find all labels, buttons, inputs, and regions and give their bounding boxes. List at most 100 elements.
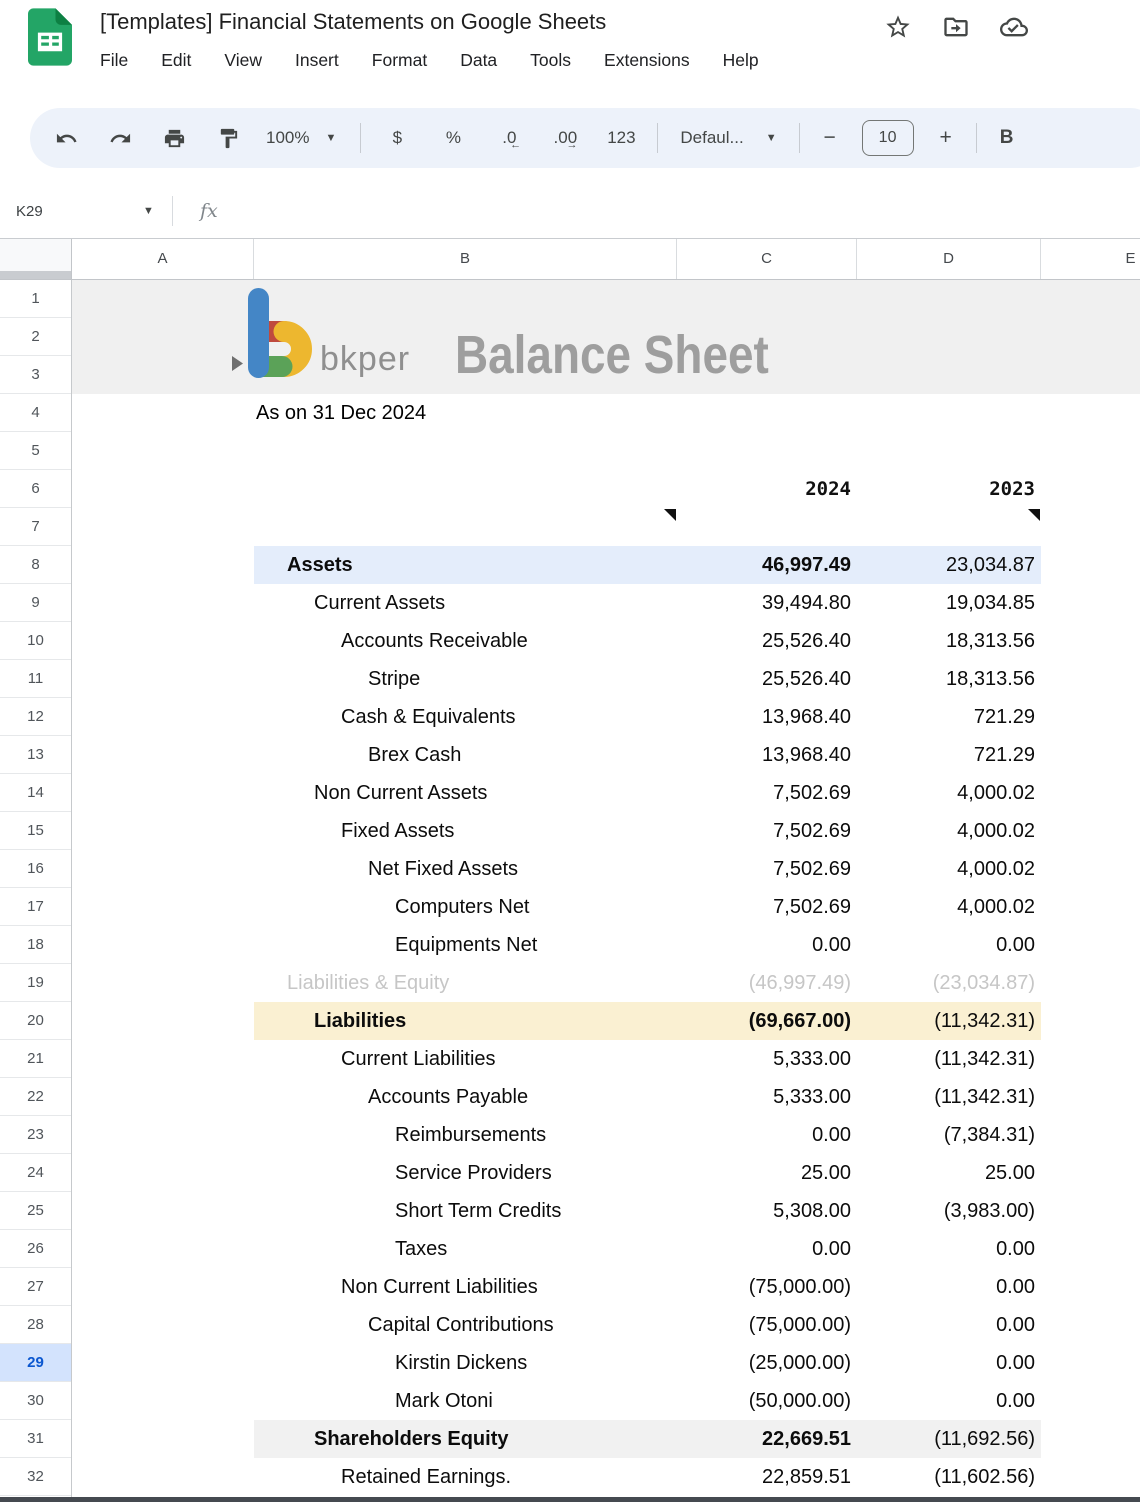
move-to-folder-icon[interactable] (942, 13, 972, 43)
year-header-2024[interactable]: 2024 (677, 470, 851, 508)
row-header-25[interactable]: 25 (0, 1192, 71, 1230)
undo-button[interactable] (44, 118, 88, 158)
sheet-row-25[interactable]: Short Term Credits5,308.00(3,983.00) (72, 1192, 1140, 1230)
menu-view[interactable]: View (224, 50, 262, 71)
sheet-row-32[interactable]: Retained Earnings.22,859.51(11,602.56) (72, 1458, 1140, 1496)
row-header-2[interactable]: 2 (0, 318, 71, 356)
row-header-28[interactable]: 28 (0, 1306, 71, 1344)
sheet-row-21[interactable]: Current Liabilities5,333.00(11,342.31) (72, 1040, 1140, 1078)
font-size-input[interactable]: 10 (862, 120, 914, 156)
row-header-22[interactable]: 22 (0, 1078, 71, 1116)
sheet-row-31[interactable]: Shareholders Equity22,669.51(11,692.56) (72, 1420, 1140, 1458)
increase-font-size-button[interactable]: + (924, 118, 968, 158)
row-header-27[interactable]: 27 (0, 1268, 71, 1306)
row-header-10[interactable]: 10 (0, 622, 71, 660)
sheet-row-23[interactable]: Reimbursements0.00(7,384.31) (72, 1116, 1140, 1154)
row-header-31[interactable]: 31 (0, 1420, 71, 1458)
print-button[interactable] (152, 118, 196, 158)
sheet-row-16[interactable]: Net Fixed Assets7,502.694,000.02 (72, 850, 1140, 888)
increase-decimals-button[interactable]: .00→ (537, 118, 593, 158)
row-header-15[interactable]: 15 (0, 812, 71, 850)
column-header-D[interactable]: D (857, 239, 1041, 279)
google-sheets-logo-icon[interactable] (28, 8, 72, 66)
zoom-control[interactable]: 100% ▼ (250, 118, 352, 158)
sheet-row-28[interactable]: Capital Contributions(75,000.00)0.00 (72, 1306, 1140, 1344)
redo-button[interactable] (98, 118, 142, 158)
more-formats-button[interactable]: 123 (593, 118, 649, 158)
sheet-row-12[interactable]: Cash & Equivalents13,968.40721.29 (72, 698, 1140, 736)
note-marker-icon (664, 509, 676, 521)
row-header-21[interactable]: 21 (0, 1040, 71, 1078)
menu-help[interactable]: Help (723, 50, 759, 71)
sheet-row-8[interactable]: Assets46,997.4923,034.87 (72, 546, 1140, 584)
sheet-row-24[interactable]: Service Providers25.0025.00 (72, 1154, 1140, 1192)
row-header-20[interactable]: 20 (0, 1002, 71, 1040)
column-header-E[interactable]: E (1041, 239, 1140, 279)
sheet-row-22[interactable]: Accounts Payable5,333.00(11,342.31) (72, 1078, 1140, 1116)
sheet-row-27[interactable]: Non Current Liabilities(75,000.00)0.00 (72, 1268, 1140, 1306)
sheet-row-9[interactable]: Current Assets39,494.8019,034.85 (72, 584, 1140, 622)
row-header-9[interactable]: 9 (0, 584, 71, 622)
sheet-row-29[interactable]: Kirstin Dickens(25,000.00)0.00 (72, 1344, 1140, 1382)
column-header-A[interactable]: A (72, 239, 254, 279)
row-header-14[interactable]: 14 (0, 774, 71, 812)
sheet-row-18[interactable]: Equipments Net0.000.00 (72, 926, 1140, 964)
format-currency-button[interactable]: $ (369, 118, 425, 158)
font-family-selector[interactable]: Defaul... ▼ (666, 118, 790, 158)
year-header-2023[interactable]: 2023 (857, 470, 1035, 508)
row-header-3[interactable]: 3 (0, 356, 71, 394)
row-header-32[interactable]: 32 (0, 1458, 71, 1496)
star-icon[interactable] (884, 13, 914, 43)
sheet-row-17[interactable]: Computers Net7,502.694,000.02 (72, 888, 1140, 926)
name-box[interactable]: K29 (16, 203, 43, 220)
sheet-row-11[interactable]: Stripe25,526.4018,313.56 (72, 660, 1140, 698)
bold-button[interactable]: B (985, 118, 1029, 158)
row-header-26[interactable]: 26 (0, 1230, 71, 1268)
row-header-11[interactable]: 11 (0, 660, 71, 698)
sheet-row-13[interactable]: Brex Cash13,968.40721.29 (72, 736, 1140, 774)
row-header-16[interactable]: 16 (0, 850, 71, 888)
column-header-C[interactable]: C (677, 239, 857, 279)
menu-file[interactable]: File (100, 50, 128, 71)
row-header-19[interactable]: 19 (0, 964, 71, 1002)
row-header-29[interactable]: 29 (0, 1344, 71, 1382)
select-all-corner[interactable] (0, 239, 72, 279)
sheet-canvas[interactable]: bkper Balance Sheet As on 31 Dec 2024 20… (72, 280, 1140, 1502)
paint-format-button[interactable] (206, 118, 250, 158)
document-title[interactable]: [Templates] Financial Statements on Goog… (100, 9, 606, 35)
menu-format[interactable]: Format (372, 50, 427, 71)
sheet-row-15[interactable]: Fixed Assets7,502.694,000.02 (72, 812, 1140, 850)
row-header-7[interactable]: 7 (0, 508, 71, 546)
column-header-B[interactable]: B (254, 239, 677, 279)
row-header-8[interactable]: 8 (0, 546, 71, 584)
row-header-17[interactable]: 17 (0, 888, 71, 926)
sheet-row-19[interactable]: Liabilities & Equity(46,997.49)(23,034.8… (72, 964, 1140, 1002)
decrease-decimals-button[interactable]: .0← (481, 118, 537, 158)
row-header-5[interactable]: 5 (0, 432, 71, 470)
chevron-down-icon[interactable]: ▼ (143, 205, 154, 217)
row-header-24[interactable]: 24 (0, 1154, 71, 1192)
sheet-row-30[interactable]: Mark Otoni(50,000.00)0.00 (72, 1382, 1140, 1420)
row-header-13[interactable]: 13 (0, 736, 71, 774)
sheet-row-20[interactable]: Liabilities(69,667.00)(11,342.31) (72, 1002, 1140, 1040)
format-percent-button[interactable]: % (425, 118, 481, 158)
menu-edit[interactable]: Edit (161, 50, 191, 71)
row-header-4[interactable]: 4 (0, 394, 71, 432)
row-header-1[interactable]: 1 (0, 280, 71, 318)
sheet-row-26[interactable]: Taxes0.000.00 (72, 1230, 1140, 1268)
decrease-font-size-button[interactable]: − (808, 118, 852, 158)
arrow-right-icon: → (567, 139, 578, 151)
menu-data[interactable]: Data (460, 50, 497, 71)
menu-insert[interactable]: Insert (295, 50, 339, 71)
sheet-row-10[interactable]: Accounts Receivable25,526.4018,313.56 (72, 622, 1140, 660)
row-header-23[interactable]: 23 (0, 1116, 71, 1154)
cloud-saved-icon[interactable] (1000, 13, 1030, 43)
as-on-date-cell[interactable]: As on 31 Dec 2024 (256, 394, 426, 432)
row-header-12[interactable]: 12 (0, 698, 71, 736)
row-header-18[interactable]: 18 (0, 926, 71, 964)
row-header-30[interactable]: 30 (0, 1382, 71, 1420)
menu-extensions[interactable]: Extensions (604, 50, 690, 71)
menu-tools[interactable]: Tools (530, 50, 571, 71)
row-header-6[interactable]: 6 (0, 470, 71, 508)
sheet-row-14[interactable]: Non Current Assets7,502.694,000.02 (72, 774, 1140, 812)
